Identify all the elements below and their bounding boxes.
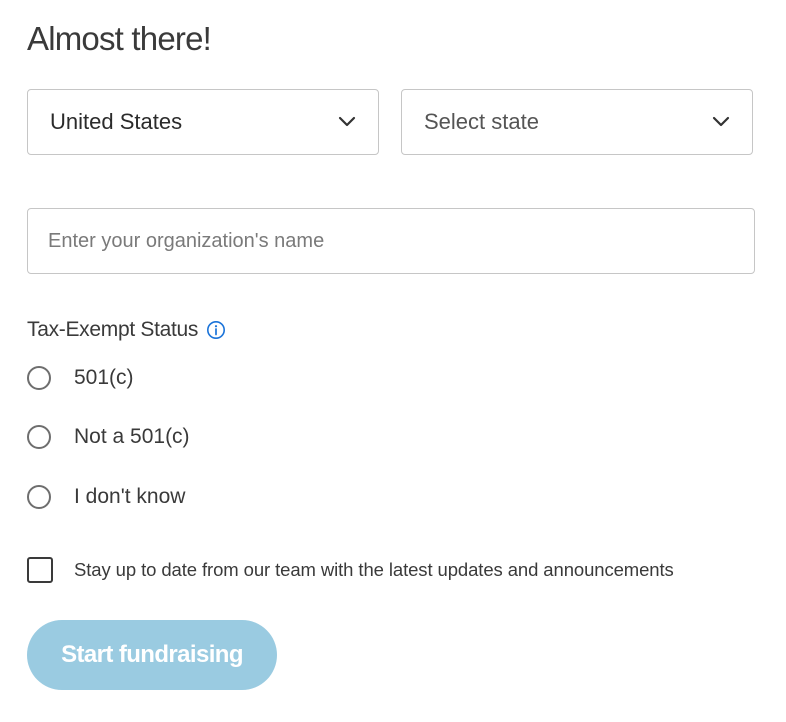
chevron-down-icon [712, 113, 730, 131]
country-select[interactable]: United States [27, 89, 379, 155]
page-title: Almost there! [27, 20, 212, 57]
radio-option-dont-know[interactable]: I don't know [27, 485, 185, 509]
info-icon[interactable] [206, 320, 226, 340]
radio-button[interactable] [27, 366, 51, 390]
newsletter-label: Stay up to date from our team with the l… [74, 559, 674, 580]
tax-exempt-status-text: Tax-Exempt Status [27, 318, 199, 341]
state-select[interactable]: Select state [401, 89, 753, 155]
radio-label: Not a 501(c) [74, 425, 190, 448]
organization-name-input[interactable] [27, 208, 755, 274]
tax-exempt-status-label: Tax-Exempt Status [27, 318, 226, 342]
start-fundraising-button[interactable]: Start fundraising [27, 620, 277, 690]
country-select-value: United States [50, 109, 183, 134]
radio-label: 501(c) [74, 366, 134, 389]
chevron-down-icon [338, 113, 356, 131]
state-select-value: Select state [424, 109, 539, 134]
radio-option-not-501c[interactable]: Not a 501(c) [27, 425, 190, 449]
radio-button[interactable] [27, 425, 51, 449]
newsletter-checkbox[interactable] [27, 557, 53, 583]
radio-label: I don't know [74, 485, 186, 508]
radio-option-501c[interactable]: 501(c) [27, 366, 134, 390]
radio-button[interactable] [27, 485, 51, 509]
newsletter-opt-in[interactable]: Stay up to date from our team with the l… [27, 557, 674, 583]
